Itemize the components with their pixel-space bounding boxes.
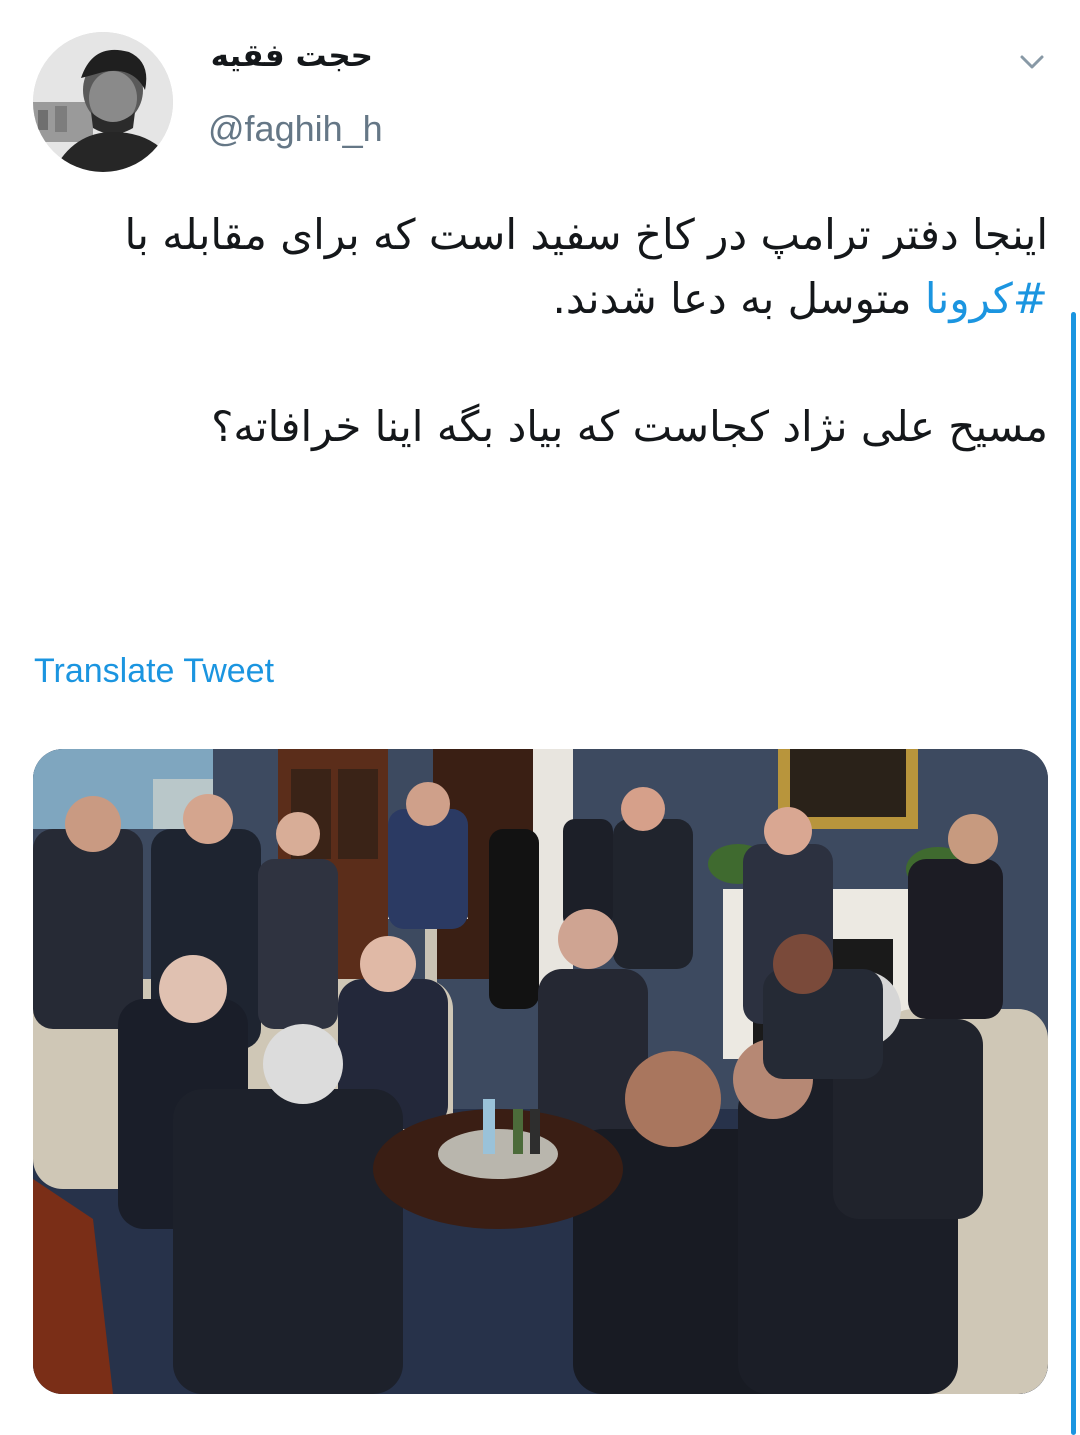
- avatar[interactable]: [33, 32, 173, 172]
- hashtag-link[interactable]: #کرونا: [925, 274, 1048, 323]
- display-name[interactable]: حجت فقیه: [211, 38, 373, 74]
- photo-office-prayer-scene: [33, 749, 1048, 1394]
- tweet-paragraph-2: مسیح علی نژاد کجاست که بیاد بگه اینا خرا…: [211, 402, 1048, 451]
- scrollbar[interactable]: [1071, 312, 1076, 1435]
- user-handle[interactable]: @faghih_h: [208, 108, 383, 150]
- tweet-paragraph-1: اینجا دفتر ترامپ در کاخ سفید است که برای…: [124, 210, 1048, 323]
- tweet-photo[interactable]: [33, 749, 1048, 1394]
- tweet-text: اینجا دفتر ترامپ در کاخ سفید است که برای…: [100, 203, 1048, 459]
- translate-tweet-link[interactable]: Translate Tweet: [34, 652, 274, 691]
- chevron-down-icon[interactable]: [1016, 46, 1048, 78]
